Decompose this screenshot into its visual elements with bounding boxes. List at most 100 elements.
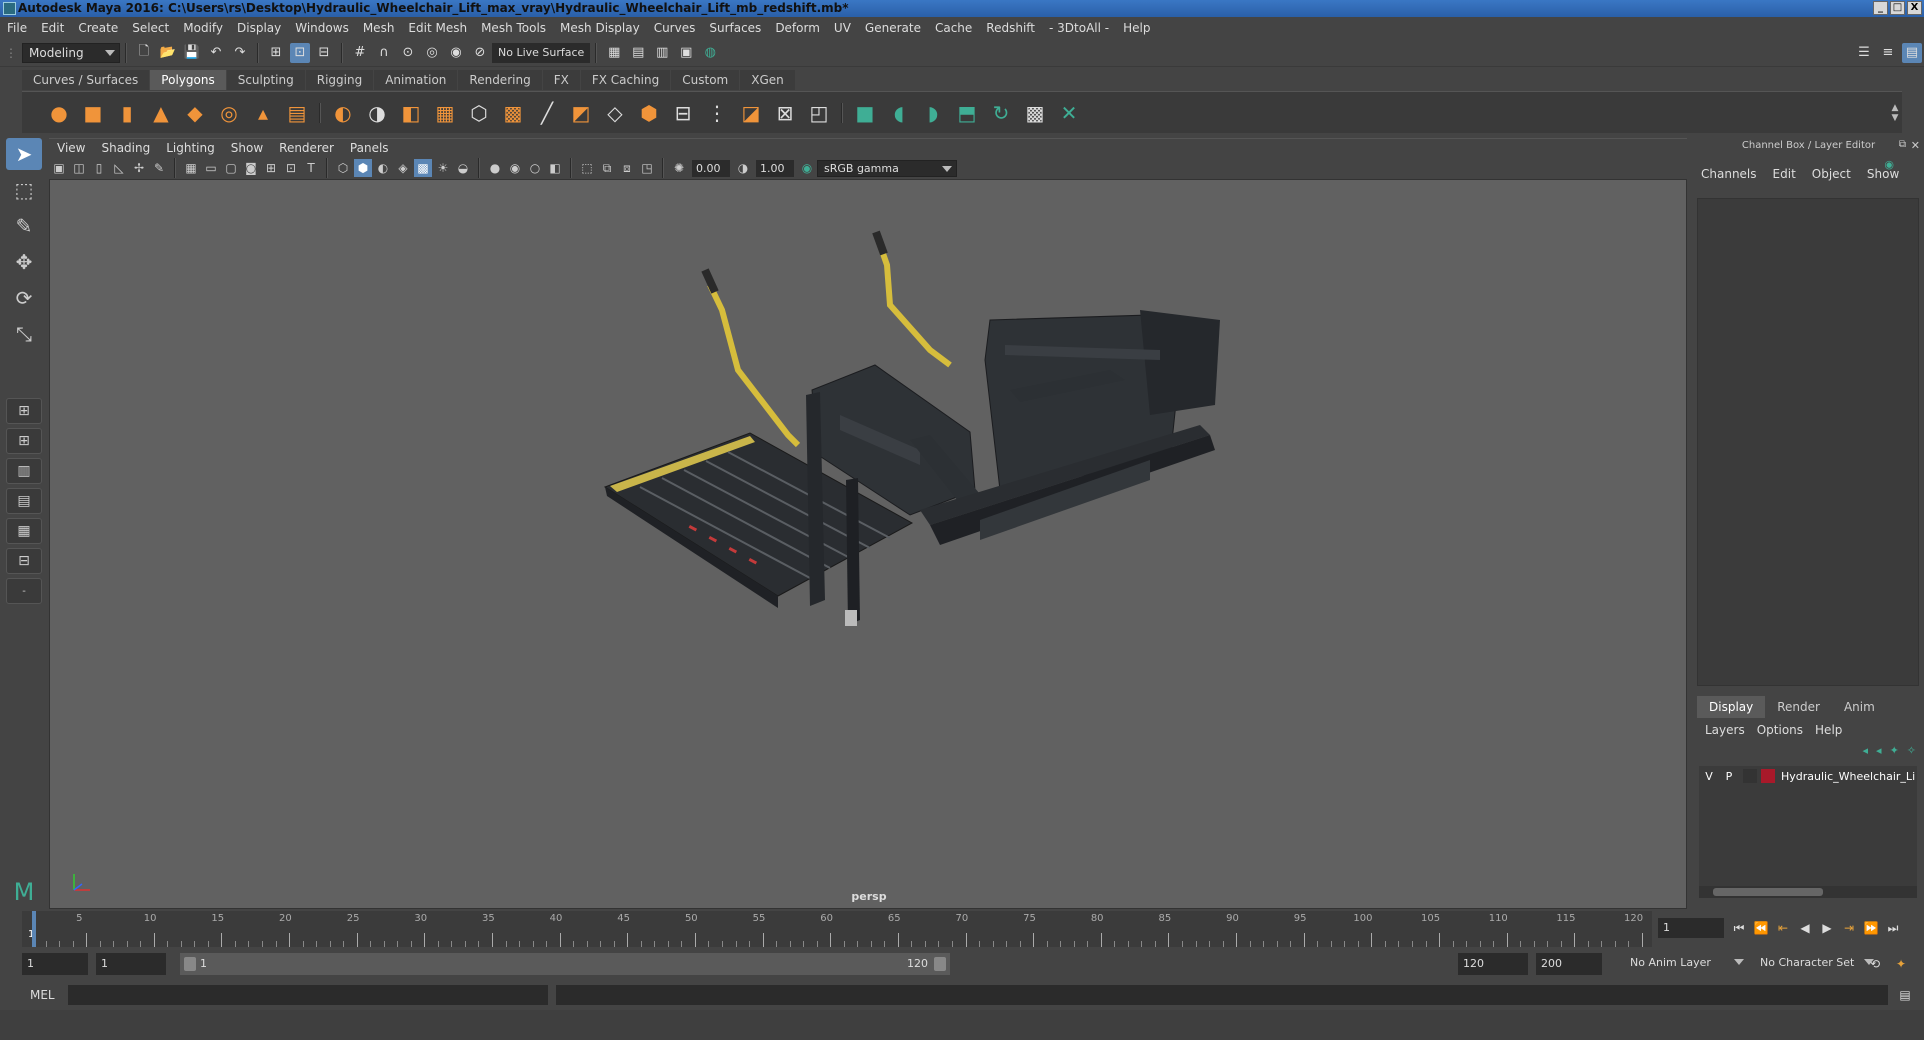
xray-joints-icon[interactable]: ⧈ [618,159,636,177]
live-surface-field[interactable]: No Live Surface [492,42,591,63]
panel-menu-lighting[interactable]: Lighting [158,139,223,158]
separate-icon[interactable]: ◑ [362,98,392,128]
cylindrical-mapping-icon[interactable]: ◖ [884,98,914,128]
merge-icon[interactable]: ⊠ [770,98,800,128]
use-all-lights-icon[interactable]: ☀ [434,159,452,177]
smooth-icon[interactable]: ▦ [430,98,460,128]
smooth-shade-icon[interactable]: ⬢ [354,159,372,177]
menu-modify[interactable]: Modify [176,17,230,39]
close-panel-icon[interactable]: ✕ [1911,139,1920,152]
collapse-icon[interactable]: ◰ [804,98,834,128]
bookmark-icon[interactable]: ▯ [90,159,108,177]
float-panel-icon[interactable]: ⧉ [1899,139,1906,150]
select-component-icon[interactable]: ⊟ [314,43,334,63]
snap-curve-icon[interactable]: ∩ [374,43,394,63]
paint-select-tool-icon[interactable]: ✎ [6,210,42,242]
poly-pyramid-icon[interactable]: ▴ [248,98,278,128]
menu-edit[interactable]: Edit [34,17,71,39]
lasso-tool-icon[interactable]: ⬚ [6,174,42,206]
gamma-field[interactable]: 1.00 [756,159,794,177]
go-to-start-icon[interactable]: ⏮ [1728,917,1750,939]
select-hierarchy-icon[interactable]: ⊞ [266,43,286,63]
panel-menu-show[interactable]: Show [223,139,271,158]
go-to-end-icon[interactable]: ⏭ [1882,917,1904,939]
current-frame-field[interactable]: 1 [1658,918,1724,938]
shelf-tab-animation[interactable]: Animation [374,69,458,90]
film-gate-icon[interactable]: ▭ [202,159,220,177]
menu-mesh[interactable]: Mesh [356,17,402,39]
range-end-handle[interactable] [934,957,946,971]
perspective-viewport[interactable]: persp [49,179,1687,909]
shelf-tab-rendering[interactable]: Rendering [458,69,542,90]
wheelchair-lift-model[interactable] [50,180,1687,909]
wireframe-on-shaded-icon[interactable]: ◈ [394,159,412,177]
menu-select[interactable]: Select [125,17,176,39]
color-management-icon[interactable]: ◉ [798,159,816,177]
channel-box-toggle-icon[interactable]: ◉ [1884,158,1894,171]
gamma-icon[interactable]: ◑ [734,159,752,177]
script-editor-icon[interactable]: ▤ [1894,984,1916,1006]
camera-attributes-icon[interactable]: ◫ [70,159,88,177]
move-layer-up-icon[interactable]: ◂ [1863,744,1869,757]
anim-layer-dropdown[interactable]: No Anim Layer [1624,953,1748,975]
single-perspective-layout-icon[interactable]: ⊞ [6,398,42,424]
menu-cache[interactable]: Cache [928,17,979,39]
menu-3dtoall[interactable]: - 3DtoAll - [1042,17,1116,39]
extrude-icon[interactable]: ▩ [498,98,528,128]
collapse-handle-icon[interactable]: ⋮ [0,46,22,60]
channel-box-icon[interactable]: ▤ [1902,42,1922,63]
move-layer-down-icon[interactable]: ◂ [1876,744,1882,757]
automatic-mapping-icon[interactable]: ⬒ [952,98,982,128]
field-chart-icon[interactable]: ⊞ [262,159,280,177]
outliner-layout-icon[interactable]: ▥ [6,458,42,484]
hypershade-icon[interactable]: ◍ [700,43,720,63]
fill-hole-icon[interactable]: ⬢ [634,98,664,128]
poly-torus-icon[interactable]: ◎ [214,98,244,128]
screen-space-ao-icon[interactable]: ● [486,159,504,177]
layer-help-menu[interactable]: Help [1809,723,1848,737]
panel-menu-panels[interactable]: Panels [342,139,397,158]
resolution-gate-icon[interactable]: ▢ [222,159,240,177]
menu-surfaces[interactable]: Surfaces [702,17,768,39]
safe-title-icon[interactable]: T [302,159,320,177]
bevel-icon[interactable]: ◩ [566,98,596,128]
step-forward-frame-icon[interactable]: ⏩ [1860,917,1882,939]
layer-row[interactable]: V P Hydraulic_Wheelchair_Li [1699,766,1917,786]
extract-icon[interactable]: ◧ [396,98,426,128]
safe-action-icon[interactable]: ⊡ [282,159,300,177]
planar-mapping-icon[interactable]: ■ [850,98,880,128]
boolean-icon[interactable]: ⬡ [464,98,494,128]
panel-menu-shading[interactable]: Shading [93,139,158,158]
isolate-select-icon[interactable]: ⬚ [578,159,596,177]
menu-deform[interactable]: Deform [768,17,827,39]
shelf-tab-xgen[interactable]: XGen [740,69,795,90]
ipr-render-icon[interactable]: ▥ [652,43,672,63]
layer-list-scrollbar[interactable] [1713,888,1823,896]
character-set-dropdown[interactable]: No Character Set [1754,953,1878,975]
menu-windows[interactable]: Windows [288,17,356,39]
playback-end-field[interactable]: 120 [1458,953,1528,975]
play-forwards-icon[interactable]: ▶ [1816,917,1838,939]
step-forward-key-icon[interactable]: ⇥ [1838,917,1860,939]
layer-type-toggle[interactable] [1743,769,1757,783]
close-button[interactable]: X [1907,1,1922,15]
poly-cube-icon[interactable]: ■ [78,98,108,128]
menu-help[interactable]: Help [1116,17,1157,39]
animation-preferences-icon[interactable]: ✦ [1890,953,1912,975]
combine-icon[interactable]: ◐ [328,98,358,128]
layer-tab-display[interactable]: Display [1697,696,1766,718]
menu-mesh-tools[interactable]: Mesh Tools [474,17,553,39]
offset-edge-loop-icon[interactable]: ◪ [736,98,766,128]
shelf-tab-sculpting[interactable]: Sculpting [226,69,305,90]
shadows-icon[interactable]: ◒ [454,159,472,177]
bridge-icon[interactable]: ╱ [532,98,562,128]
grid-icon[interactable]: ▦ [182,159,200,177]
tool-settings-icon[interactable]: ≡ [1878,43,1898,63]
channel-list[interactable] [1697,198,1919,686]
animation-start-field[interactable]: 1 [22,953,88,975]
redo-icon[interactable]: ↷ [230,43,250,63]
range-slider[interactable]: 1 120 [180,953,950,975]
poly-pipe-icon[interactable]: ▤ [282,98,312,128]
custom-layout-icon[interactable]: ⊟ [6,548,42,574]
panel-menu-view[interactable]: View [49,139,93,158]
